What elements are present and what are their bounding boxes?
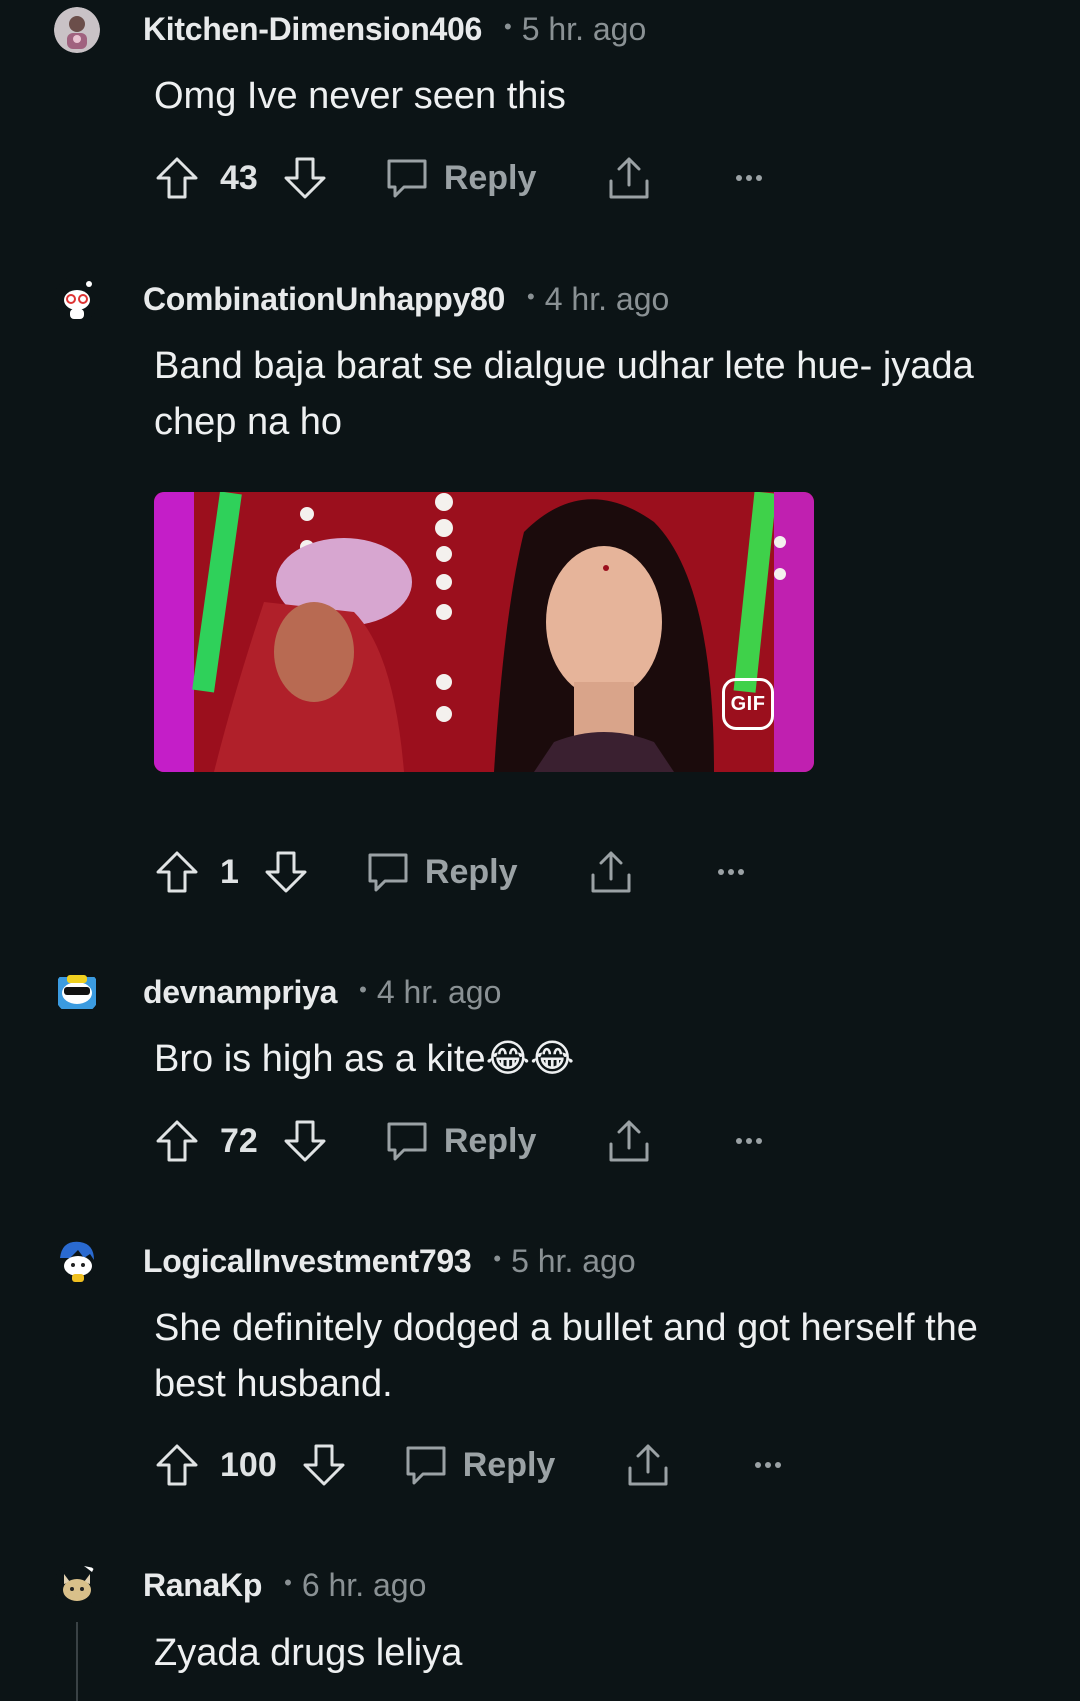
downvote-icon bbox=[284, 157, 326, 199]
snoo-blue-hair-avatar-icon bbox=[54, 1238, 100, 1284]
upvote-button[interactable] bbox=[154, 155, 200, 201]
vote-count: 100 bbox=[220, 1445, 277, 1484]
separator-dot: • bbox=[493, 1246, 502, 1271]
share-icon bbox=[591, 851, 631, 893]
comment-meta: devnampriya • 4 hr. ago bbox=[143, 969, 501, 1015]
comment-bubble-icon bbox=[365, 849, 411, 895]
timestamp: 5 hr. ago bbox=[511, 1242, 636, 1279]
comment-bubble-icon bbox=[384, 155, 430, 201]
comment-actions: 1 Reply bbox=[154, 849, 754, 895]
reply-button[interactable]: Reply bbox=[403, 1442, 556, 1488]
comment-meta: RanaKp • 6 hr. ago bbox=[143, 1562, 426, 1608]
more-options-button[interactable] bbox=[726, 155, 772, 201]
ellipsis-icon bbox=[717, 869, 744, 875]
share-icon bbox=[609, 157, 649, 199]
comment-meta: Kitchen-Dimension406 • 5 hr. ago bbox=[143, 6, 646, 52]
timestamp: 4 hr. ago bbox=[544, 280, 670, 317]
ellipsis-icon bbox=[736, 1138, 763, 1144]
snoo-cat-avatar-icon bbox=[54, 1562, 100, 1608]
vote-count: 1 bbox=[220, 852, 239, 891]
downvote-icon bbox=[303, 1444, 345, 1486]
comment-text: She definitely dodged a bullet and got h… bbox=[154, 1307, 978, 1405]
reply-button[interactable]: Reply bbox=[384, 1118, 537, 1164]
avatar[interactable] bbox=[54, 969, 100, 1015]
vote-count: 72 bbox=[220, 1121, 258, 1160]
upvote-icon bbox=[156, 1120, 198, 1162]
comment-text: Bro is high as a kite😂😂 bbox=[154, 1038, 575, 1080]
reply-label: Reply bbox=[443, 1121, 537, 1160]
separator-dot: • bbox=[359, 977, 367, 1002]
downvote-button[interactable] bbox=[282, 155, 328, 201]
vote-count: 43 bbox=[220, 158, 258, 197]
downvote-button[interactable] bbox=[282, 1118, 328, 1164]
reply-label: Reply bbox=[443, 158, 537, 197]
reply-label: Reply bbox=[462, 1445, 556, 1484]
timestamp: 6 hr. ago bbox=[301, 1566, 427, 1603]
snoo-glasses-avatar-icon bbox=[54, 276, 100, 322]
ellipsis-icon bbox=[755, 1462, 782, 1468]
ellipsis-icon bbox=[736, 175, 763, 181]
comment-text: Zyada drugs leliya bbox=[154, 1632, 463, 1674]
user-photo-avatar-icon bbox=[54, 7, 100, 53]
comment-meta: LogicalInvestment793 • 5 hr. ago bbox=[143, 1238, 636, 1284]
separator-dot: • bbox=[284, 1570, 292, 1595]
comment-actions: 72 Reply bbox=[154, 1118, 772, 1164]
avatar[interactable] bbox=[54, 7, 100, 53]
more-options-button[interactable] bbox=[726, 1118, 772, 1164]
author-name[interactable]: Kitchen-Dimension406 bbox=[143, 11, 482, 48]
comment-bubble-icon bbox=[403, 1442, 449, 1488]
snoo-sunglasses-avatar-icon bbox=[54, 969, 100, 1015]
gif-media[interactable]: GIF bbox=[154, 492, 814, 772]
comment-actions: 43 Reply bbox=[154, 155, 772, 201]
avatar[interactable] bbox=[54, 1562, 100, 1608]
gif-badge: GIF bbox=[722, 678, 774, 730]
reply-button[interactable]: Reply bbox=[384, 155, 537, 201]
comment-text: Band baja barat se dialgue udhar lete hu… bbox=[154, 345, 974, 443]
separator-dot: • bbox=[527, 284, 535, 309]
avatar[interactable] bbox=[54, 1238, 100, 1284]
upvote-icon bbox=[156, 1444, 198, 1486]
upvote-icon bbox=[156, 851, 198, 893]
comment-actions: 100 Reply bbox=[154, 1442, 791, 1488]
comment-bubble-icon bbox=[384, 1118, 430, 1164]
upvote-button[interactable] bbox=[154, 1118, 200, 1164]
author-name[interactable]: RanaKp bbox=[143, 1567, 262, 1604]
share-button[interactable] bbox=[606, 155, 652, 201]
author-name[interactable]: devnampriya bbox=[143, 974, 337, 1011]
downvote-icon bbox=[265, 851, 307, 893]
share-icon bbox=[628, 1444, 668, 1486]
thread-line[interactable] bbox=[76, 1622, 78, 1701]
upvote-icon bbox=[156, 157, 198, 199]
timestamp: 4 hr. ago bbox=[376, 973, 502, 1010]
comment-meta: CombinationUnhappy80 • 4 hr. ago bbox=[143, 276, 669, 322]
downvote-icon bbox=[284, 1120, 326, 1162]
more-options-button[interactable] bbox=[708, 849, 754, 895]
downvote-button[interactable] bbox=[263, 849, 309, 895]
share-button[interactable] bbox=[606, 1118, 652, 1164]
downvote-button[interactable] bbox=[301, 1442, 347, 1488]
reply-button[interactable]: Reply bbox=[365, 849, 518, 895]
comment-text: Omg Ive never seen this bbox=[154, 75, 566, 117]
timestamp: 5 hr. ago bbox=[521, 10, 647, 47]
author-name[interactable]: CombinationUnhappy80 bbox=[143, 281, 505, 318]
author-name[interactable]: LogicalInvestment793 bbox=[143, 1243, 472, 1280]
share-button[interactable] bbox=[625, 1442, 671, 1488]
upvote-button[interactable] bbox=[154, 849, 200, 895]
more-options-button[interactable] bbox=[745, 1442, 791, 1488]
reply-label: Reply bbox=[424, 852, 518, 891]
share-button[interactable] bbox=[588, 849, 634, 895]
avatar[interactable] bbox=[54, 276, 100, 322]
gif-image bbox=[154, 492, 814, 772]
share-icon bbox=[609, 1120, 649, 1162]
separator-dot: • bbox=[503, 14, 512, 39]
upvote-button[interactable] bbox=[154, 1442, 200, 1488]
